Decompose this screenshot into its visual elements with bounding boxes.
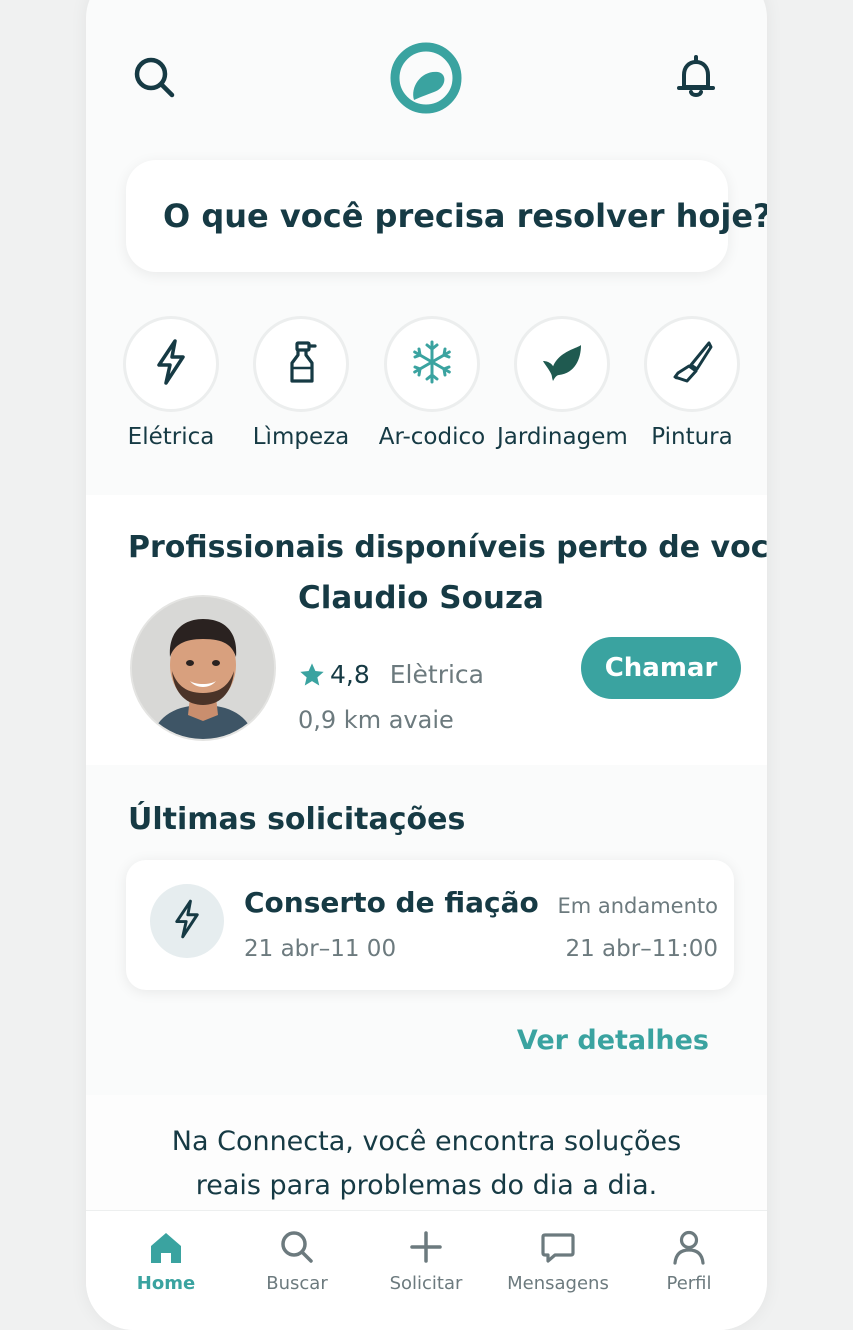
nav-search[interactable]: Buscar: [229, 1229, 365, 1294]
nav-messages[interactable]: Mensagens: [490, 1229, 626, 1294]
category-circle: [123, 316, 219, 412]
search-card[interactable]: O que você precisa resolver hoje?: [126, 160, 767, 272]
category-label: Lìmpeza: [252, 424, 350, 450]
lightning-icon: [151, 338, 191, 390]
home-icon: [147, 1233, 185, 1269]
category-pintura[interactable]: Pintura: [627, 316, 757, 450]
category-circle: [253, 316, 349, 412]
nav-profile[interactable]: Perfil: [621, 1229, 757, 1294]
professional-rating-row: 4,8 Elètrica: [298, 660, 484, 689]
category-label: Ar-codico: [378, 424, 486, 450]
nav-label: Buscar: [266, 1273, 328, 1294]
category-label: Pintura: [651, 424, 733, 450]
professional-category: Elètrica: [389, 660, 484, 689]
category-ar-condicionado[interactable]: Ar-codico: [367, 316, 497, 450]
nav-home[interactable]: Home: [98, 1229, 234, 1294]
spray-bottle-icon: [281, 338, 321, 390]
search-icon[interactable]: [130, 53, 178, 101]
snowflake-icon: [409, 339, 455, 389]
category-label: Jardinagem: [497, 424, 628, 450]
request-status: Em andamento: [557, 894, 718, 918]
lightning-icon: [170, 897, 204, 945]
request-card[interactable]: Conserto de fiação 21 abr–11 00 Em andam…: [126, 860, 734, 990]
nav-request[interactable]: Solicitar: [358, 1229, 494, 1294]
tagline-line-2: reais para problemas do dia a dia.: [195, 1170, 658, 1201]
nav-label: Mensagens: [507, 1273, 609, 1294]
bell-icon[interactable]: [672, 53, 720, 101]
tagline-line-1: Na Connecta, você encontra soluções: [171, 1126, 682, 1157]
category-circle: [644, 316, 740, 412]
chat-icon: [539, 1233, 577, 1269]
category-label: Elétrica: [127, 424, 215, 450]
request-title: Conserto de fiação: [244, 886, 539, 919]
phone-screen: O que você precisa resolver hoje? Elétri…: [86, 0, 767, 1330]
star-icon: [298, 661, 326, 689]
paintbrush-icon: [669, 339, 715, 389]
plus-icon: [407, 1231, 445, 1269]
avatar: [130, 595, 276, 741]
user-icon: [670, 1230, 708, 1269]
category-limpeza[interactable]: Lìmpeza: [236, 316, 366, 450]
nav-label: Solicitar: [389, 1273, 463, 1294]
category-circle: [514, 316, 610, 412]
section-title: Profissionais disponíveis perto de você: [128, 530, 767, 565]
nav-label: Perfil: [666, 1273, 712, 1294]
search-icon: [278, 1231, 316, 1269]
nav-label: Home: [136, 1273, 196, 1294]
category-circle: [384, 316, 480, 412]
call-button[interactable]: Chamar: [581, 637, 741, 699]
request-date: 21 abr–11 00: [244, 936, 397, 962]
section-title: Últimas solicitações: [128, 802, 466, 837]
request-time: 21 abr–11:00: [565, 936, 718, 962]
bottom-nav: Home Buscar Solicitar Mensagens Perfil: [86, 1210, 767, 1330]
category-eletrica[interactable]: Elétrica: [106, 316, 236, 450]
tagline: Na Connecta, você encontra soluções reai…: [86, 1120, 767, 1208]
professional-name: Claudio Souza: [298, 580, 544, 616]
professional-distance: 0,9 km avaie: [298, 706, 454, 734]
leaf-icon: [539, 339, 585, 389]
view-details-link[interactable]: Ver detalhes: [517, 1025, 709, 1056]
request-icon-badge: [150, 884, 224, 958]
search-prompt: O que você precisa resolver hoje?: [163, 197, 767, 235]
category-jardinagem[interactable]: Jardinagem: [497, 316, 628, 450]
app-logo: [390, 42, 462, 114]
rating-value: 4,8: [330, 660, 370, 689]
